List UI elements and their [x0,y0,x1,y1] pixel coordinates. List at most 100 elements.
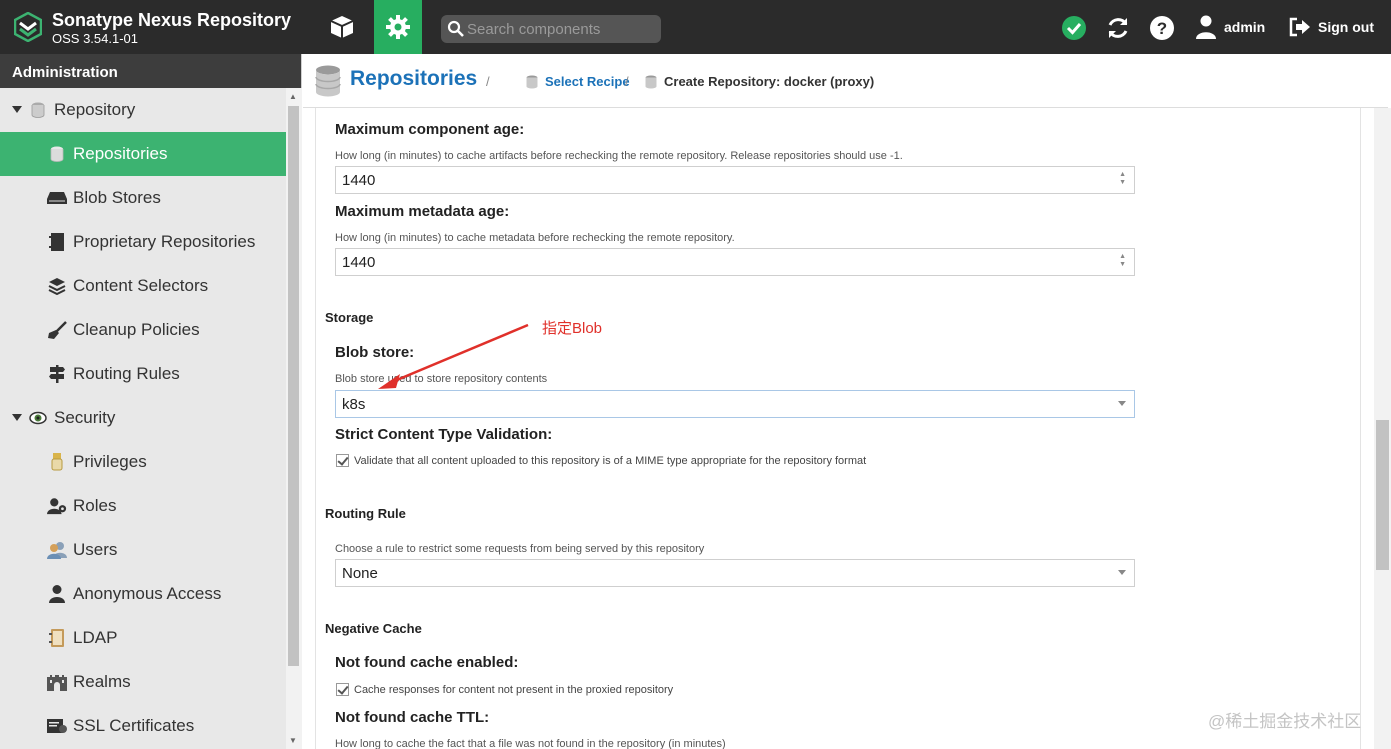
nexus-logo-icon [14,12,42,42]
sidebar-item-users[interactable]: Users [0,528,286,572]
select-recipe-link[interactable]: Select Recipe [526,74,630,89]
sidebar-item-roles[interactable]: Roles [0,484,286,528]
sidebar-item-cleanup-policies[interactable]: Cleanup Policies [0,308,286,352]
spinner-icon[interactable]: ▲ ▼ [1119,253,1126,269]
sidebar-scrollbar[interactable]: ▲ ▼ [286,88,302,749]
database-icon [28,101,48,119]
sidebar-item-privileges[interactable]: Privileges [0,440,286,484]
certificate-icon [47,717,67,735]
sidebar-item-repositories[interactable]: Repositories [0,132,286,176]
user-tie-icon [47,497,67,515]
sidebar-item-ldap[interactable]: LDAP [0,616,286,660]
strict-validation-checkbox[interactable]: Validate that all content uploaded to th… [336,454,866,467]
dropdown-arrow-icon[interactable] [1118,570,1126,575]
sidebar-item-blob-stores[interactable]: Blob Stores [0,176,286,220]
sign-out-icon [1289,17,1310,37]
sidebar-item-anonymous-access[interactable]: Anonymous Access [0,572,286,616]
app-title: Sonatype Nexus Repository [52,10,292,30]
sidebar-item-realms[interactable]: Realms [0,660,286,704]
max-metadata-age-help: How long (in minutes) to cache metadata … [335,232,735,244]
not-found-cache-checkbox[interactable]: Cache responses for content not present … [336,683,673,696]
caret-down-icon [12,106,22,113]
user-menu[interactable]: admin [1195,15,1265,39]
medal-icon [47,453,67,471]
browse-button[interactable] [318,0,366,54]
sidebar-item-label: Anonymous Access [73,584,222,603]
database-icon [315,65,341,97]
breadcrumb-current: Create Repository: docker (proxy) [645,74,874,89]
sidebar-item-content-selectors[interactable]: Content Selectors [0,264,286,308]
max-component-age-field[interactable]: 1440 ▲ ▼ [335,166,1135,194]
routing-rule-value: None [342,565,378,582]
sidebar-item-label: Repository [54,100,136,119]
checkbox-checked-icon[interactable] [336,683,349,696]
signpost-icon [47,365,67,383]
not-found-cache-checkbox-label: Cache responses for content not present … [354,683,674,696]
administration-button[interactable] [374,0,422,54]
sidebar-item-label: Routing Rules [73,364,180,383]
sidebar-item-label: LDAP [73,628,118,647]
page-title[interactable]: Repositories [350,67,477,91]
annotation-text: 指定Blob [542,320,603,337]
not-found-cache-ttl-help: How long to cache the fact that a file w… [335,738,726,749]
sidebar-item-ssl-certificates[interactable]: SSL Certificates [0,704,286,748]
gear-icon [386,15,410,39]
annotation-arrow-icon [378,323,529,389]
repository-form: Maximum component age: How long (in minu… [315,108,1361,749]
not-found-cache-ttl-label: Not found cache TTL: [335,709,490,726]
strict-validation-label: Strict Content Type Validation: [335,426,553,443]
svg-text:?: ? [1157,19,1167,38]
sidebar-item-security[interactable]: Security [0,396,286,440]
strict-validation-checkbox-label: Validate that all content uploaded to th… [354,454,867,467]
sign-out-button[interactable]: Sign out [1289,17,1374,37]
content-scroll-thumb[interactable] [1376,420,1389,570]
max-metadata-age-value: 1440 [342,254,376,271]
routing-rule-select[interactable]: None [335,559,1135,587]
database-icon [526,75,538,88]
sidebar-scroll-thumb[interactable] [288,106,299,666]
book-icon [47,233,67,251]
broom-icon [47,321,67,339]
top-header: Sonatype Nexus Repository OSS 3.54.1-01 [0,0,1391,54]
search-box[interactable] [441,15,661,43]
negative-cache-section-title: Negative Cache [325,621,422,636]
sidebar-item-label: Cleanup Policies [73,320,200,339]
cube-icon [330,16,354,38]
watermark: @稀土掘金技术社区 [1208,712,1362,731]
sidebar-item-label: Repositories [73,144,168,163]
search-input[interactable] [467,18,652,40]
max-metadata-age-field[interactable]: 1440 ▲ ▼ [335,248,1135,276]
max-component-age-help: How long (in minutes) to cache artifacts… [335,150,903,162]
sidebar-item-label: Blob Stores [73,188,161,207]
sign-out-label: Sign out [1318,19,1374,35]
blob-store-select[interactable]: k8s [335,390,1135,418]
refresh-icon[interactable] [1105,15,1131,41]
checkbox-checked-icon[interactable] [336,454,349,467]
scroll-down-icon[interactable]: ▼ [289,736,297,745]
help-icon[interactable]: ? [1149,15,1175,41]
dropdown-arrow-icon[interactable] [1118,401,1126,406]
user-icon [1196,15,1216,39]
sidebar-item-repository[interactable]: Repository [0,88,286,132]
admin-sidebar: Administration Repository Repositories B… [0,54,302,749]
max-component-age-label: Maximum component age: [335,121,525,138]
sidebar-item-proprietary-repositories[interactable]: Proprietary Repositories [0,220,286,264]
status-check-icon[interactable] [1061,15,1087,41]
sidebar-item-routing-rules[interactable]: Routing Rules [0,352,286,396]
address-book-icon [47,629,67,647]
not-found-cache-enabled-label: Not found cache enabled: [335,654,519,671]
sidebar-item-label: SSL Certificates [73,716,195,735]
database-icon [645,75,657,88]
routing-rule-help: Choose a rule to restrict some requests … [335,543,705,555]
scroll-up-icon[interactable]: ▲ [289,92,297,101]
sidebar-item-label: Roles [73,496,117,515]
database-icon [47,145,67,163]
sidebar-heading: Administration [0,54,301,88]
spinner-icon[interactable]: ▲ ▼ [1119,171,1126,187]
users-icon [47,541,67,559]
content-scrollbar[interactable] [1374,108,1391,749]
hdd-icon [47,189,67,207]
search-icon [447,20,464,37]
storage-section-title: Storage [325,310,374,325]
username-label: admin [1224,19,1266,35]
